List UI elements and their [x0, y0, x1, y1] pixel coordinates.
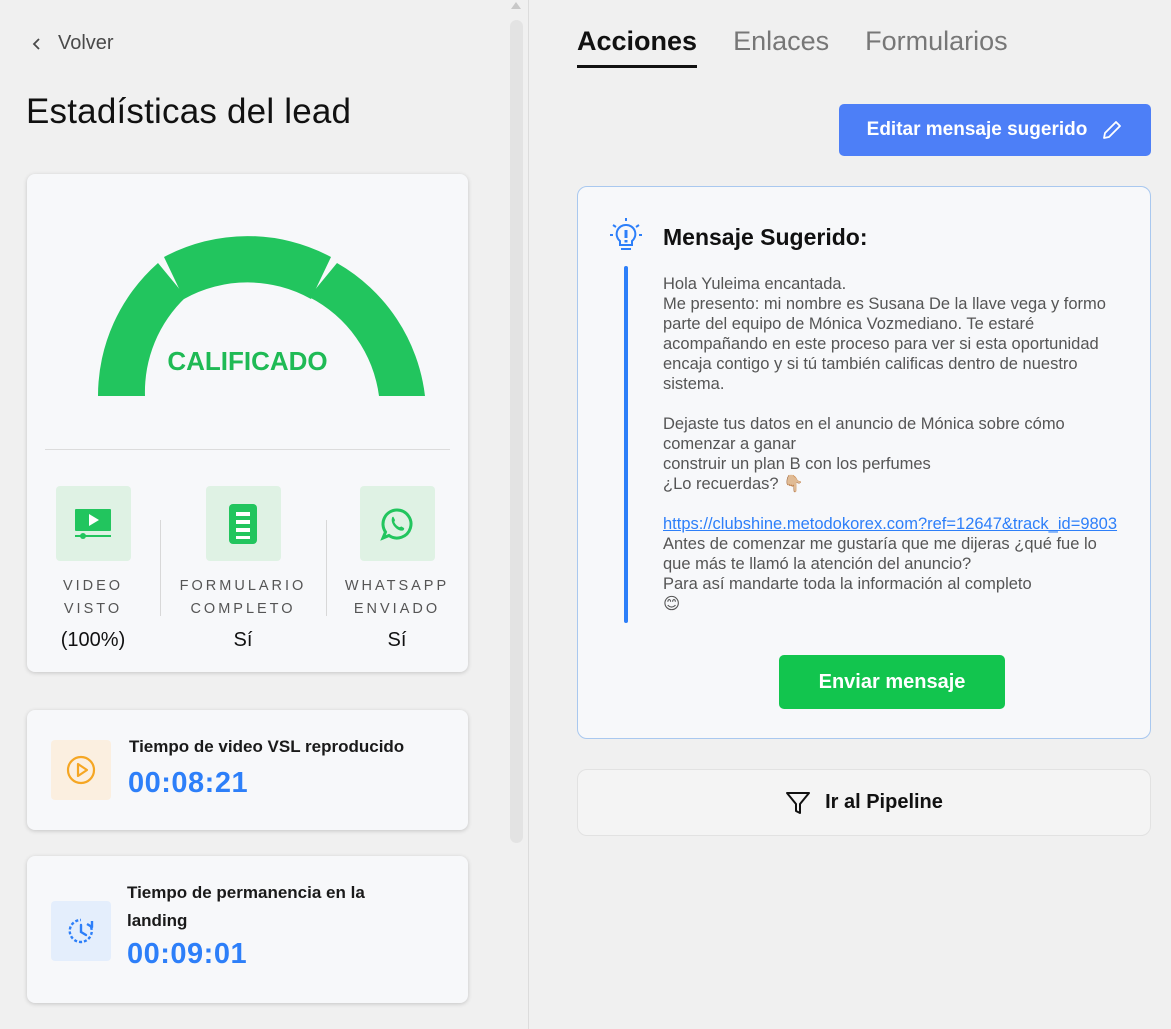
smile-emoji: 😊: [663, 595, 681, 613]
time-card-title: Tiempo de permanencia en la landing: [127, 883, 365, 930]
form-document-icon: [205, 486, 281, 561]
qualification-gauge: [97, 236, 425, 396]
tab-formularios[interactable]: Formularios: [865, 26, 1008, 68]
landing-time-card: Tiempo de permanencia en la landing 00:0…: [27, 856, 468, 1003]
scrollbar-thumb[interactable]: [510, 20, 523, 843]
qualification-status: CALIFICADO: [167, 346, 328, 376]
page-title: Estadísticas del lead: [26, 92, 352, 131]
stat-value: (100%): [60, 629, 126, 651]
time-card-value: 00:09:01: [127, 938, 248, 970]
suggested-message-card: Mensaje Sugerido: Hola Yuleima encantada…: [577, 186, 1151, 739]
stat-label-line2: COMPLETO: [190, 601, 296, 617]
lightbulb-icon: [610, 218, 642, 250]
panel-divider: [528, 0, 529, 1029]
send-message-button[interactable]: Enviar mensaje: [779, 655, 1005, 709]
lead-stats-panel: Volver Estadísticas del lead CALIFICADO …: [0, 0, 528, 1029]
pencil-icon: [1103, 121, 1122, 139]
message-paragraph: Me presento: mi nombre es Susana De la l…: [663, 295, 1106, 393]
chevron-left-icon: [32, 37, 40, 50]
tab-bar: Acciones Enlaces Formularios: [577, 26, 1008, 68]
message-paragraph: Dejaste tus datos en el anuncio de Mónic…: [663, 415, 1065, 453]
time-card-value: 00:08:21: [128, 767, 249, 799]
message-link[interactable]: https://clubshine.metodokorex.com?ref=12…: [663, 515, 1117, 533]
stat-label-line1: FORMULARIO: [179, 578, 307, 594]
qualification-card: CALIFICADO VIDEO VISTO (100%) FORMULARIO…: [27, 174, 468, 672]
message-paragraph: Hola Yuleima encantada.: [663, 275, 847, 293]
message-body: Hola Yuleima encantada. Me presento: mi …: [663, 274, 1128, 614]
message-paragraph: Para así mandarte toda la información al…: [663, 575, 1032, 593]
stat-value: Sí: [387, 629, 407, 651]
video-time-card: Tiempo de video VSL reproducido 00:08:21: [27, 710, 468, 830]
stat-label-line1: VIDEO: [62, 578, 124, 594]
video-play-icon: [55, 486, 131, 561]
back-button[interactable]: Volver: [30, 32, 114, 55]
pipeline-button-label: Ir al Pipeline: [825, 791, 943, 813]
message-accent-line: [624, 266, 628, 623]
divider: [160, 520, 161, 616]
filter-icon: [786, 791, 811, 814]
message-paragraph: Antes de comenzar me gustaría que me dij…: [663, 535, 1097, 573]
stat-value: Sí: [233, 629, 253, 651]
gauge-segment-middle: [164, 236, 331, 299]
message-title: Mensaje Sugerido:: [663, 224, 868, 250]
message-paragraph: construir un plan B con los perfumes: [663, 455, 931, 473]
stat-form-completed: FORMULARIO COMPLETO Sí: [168, 486, 318, 652]
stat-video-watched: VIDEO VISTO (100%): [18, 486, 168, 652]
stat-label-line1: WHATSAPP: [344, 578, 450, 594]
edit-button-label: Editar mensaje sugerido: [866, 119, 1088, 140]
stat-label-line2: VISTO: [63, 601, 123, 617]
stat-label-line2: ENVIADO: [353, 601, 441, 617]
message-paragraph: ¿Lo recuerdas? 👇🏼: [663, 475, 804, 493]
tab-acciones[interactable]: Acciones: [577, 26, 698, 68]
time-card-title: Tiempo de video VSL reproducido: [129, 737, 405, 756]
whatsapp-icon: [359, 486, 435, 561]
divider: [45, 449, 450, 450]
clock-history-icon: [51, 901, 111, 961]
back-label: Volver: [58, 32, 114, 54]
go-to-pipeline-button[interactable]: Ir al Pipeline: [577, 769, 1151, 836]
scroll-up-arrow[interactable]: [509, 0, 523, 12]
edit-suggested-message-button[interactable]: Editar mensaje sugerido: [839, 104, 1151, 156]
play-circle-icon: [51, 740, 111, 800]
stat-whatsapp-sent: WHATSAPP ENVIADO Sí: [322, 486, 472, 652]
tab-enlaces[interactable]: Enlaces: [733, 26, 829, 68]
